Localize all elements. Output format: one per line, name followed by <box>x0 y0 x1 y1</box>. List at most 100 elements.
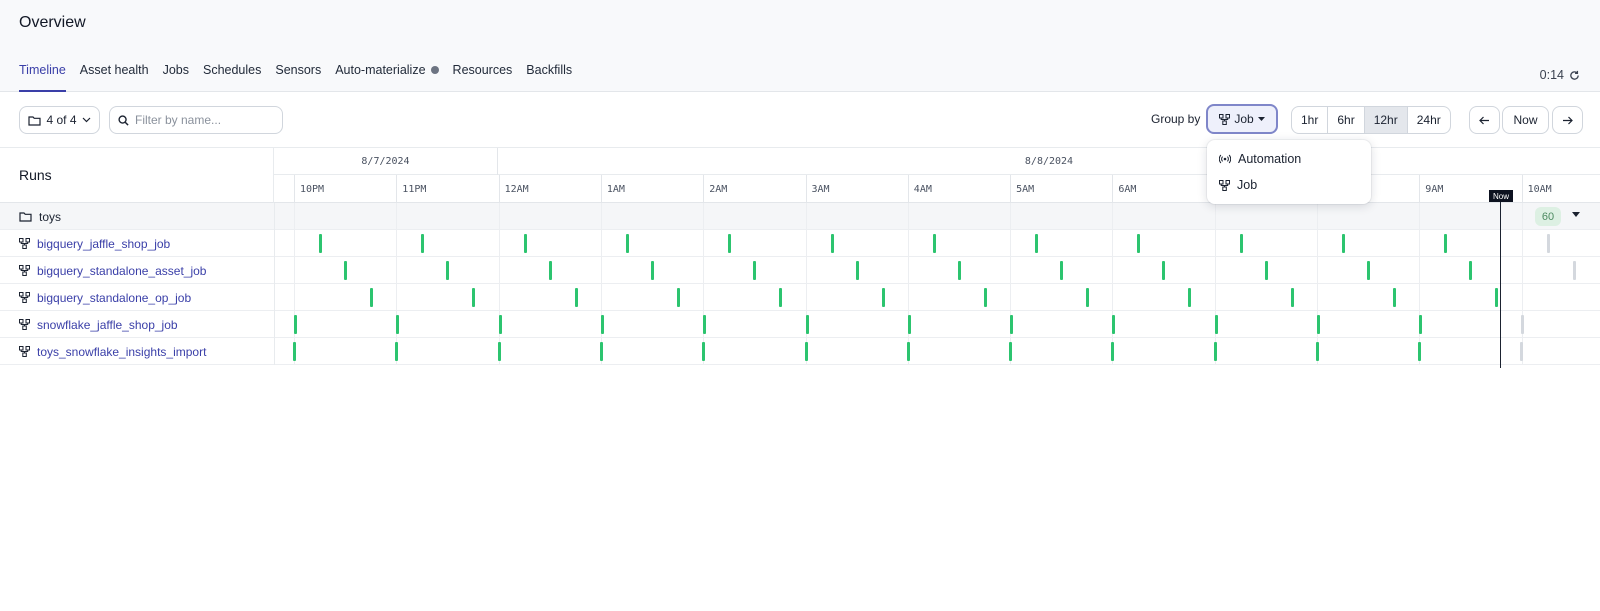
run-bar[interactable] <box>1265 261 1268 280</box>
run-bar[interactable] <box>1214 342 1217 361</box>
run-bar[interactable] <box>958 261 961 280</box>
range-24hr[interactable]: 24hr <box>1408 107 1450 133</box>
run-bar[interactable] <box>396 315 399 334</box>
run-bar[interactable] <box>753 261 756 280</box>
run-bar[interactable] <box>984 288 987 307</box>
hour-gridline <box>703 230 705 257</box>
scheduled-run-bar[interactable] <box>1573 261 1576 280</box>
menu-item-job[interactable]: Job <box>1207 172 1371 198</box>
run-bar[interactable] <box>1419 315 1422 334</box>
menu-item-label: Job <box>1237 178 1258 192</box>
hour-gridline <box>294 284 295 311</box>
run-bar[interactable] <box>1137 234 1140 253</box>
scheduled-run-bar[interactable] <box>1520 342 1523 361</box>
run-bar[interactable] <box>703 315 706 334</box>
search-input[interactable] <box>135 113 275 127</box>
run-bar[interactable] <box>1035 234 1038 253</box>
run-bar[interactable] <box>702 342 705 361</box>
group-by-menu: Automation Job <box>1207 140 1371 204</box>
run-bar[interactable] <box>1086 288 1089 307</box>
run-bar[interactable] <box>933 234 936 253</box>
run-bar[interactable] <box>677 288 680 307</box>
range-6hr[interactable]: 6hr <box>1328 107 1365 133</box>
run-bar[interactable] <box>524 234 527 253</box>
tab-backfills[interactable]: Backfills <box>526 60 572 92</box>
run-bar[interactable] <box>1317 315 1320 334</box>
run-bar[interactable] <box>779 288 782 307</box>
scheduled-run-bar[interactable] <box>1521 315 1524 334</box>
run-bar[interactable] <box>498 342 501 361</box>
run-bar[interactable] <box>1010 315 1013 334</box>
run-bar[interactable] <box>1469 261 1472 280</box>
now-button[interactable]: Now <box>1502 106 1549 134</box>
run-bar[interactable] <box>1444 234 1447 253</box>
tab-schedules[interactable]: Schedules <box>203 60 261 92</box>
group-row-toys[interactable]: toys 60 <box>0 203 1600 230</box>
run-bar[interactable] <box>1418 342 1421 361</box>
run-bar[interactable] <box>601 315 604 334</box>
run-bar[interactable] <box>1367 261 1370 280</box>
run-bar[interactable] <box>1342 234 1345 253</box>
run-bar[interactable] <box>344 261 347 280</box>
run-bar[interactable] <box>856 261 859 280</box>
run-bar[interactable] <box>293 342 296 361</box>
run-bar[interactable] <box>1240 234 1243 253</box>
run-bar[interactable] <box>549 261 552 280</box>
run-bar[interactable] <box>446 261 449 280</box>
run-bar[interactable] <box>805 342 808 361</box>
run-bar[interactable] <box>907 342 910 361</box>
job-link[interactable]: bigquery_standalone_op_job <box>19 284 191 311</box>
run-bar[interactable] <box>1316 342 1319 361</box>
run-bar[interactable] <box>421 234 424 253</box>
run-bar[interactable] <box>908 315 911 334</box>
run-bar[interactable] <box>1060 261 1063 280</box>
run-bar[interactable] <box>882 288 885 307</box>
run-bar[interactable] <box>575 288 578 307</box>
group-label[interactable]: toys <box>19 203 61 230</box>
code-location-filter-button[interactable]: 4 of 4 <box>19 106 100 134</box>
tab-label: Sensors <box>275 63 322 77</box>
group-by-select[interactable]: Job <box>1206 104 1278 134</box>
run-bar[interactable] <box>1495 288 1498 307</box>
run-bar[interactable] <box>831 234 834 253</box>
run-bar[interactable] <box>294 315 297 334</box>
range-12hr[interactable]: 12hr <box>1364 107 1408 133</box>
run-bar[interactable] <box>319 234 322 253</box>
run-bar[interactable] <box>1112 315 1115 334</box>
previous-period-button[interactable] <box>1469 106 1500 134</box>
run-bar[interactable] <box>370 288 373 307</box>
run-bar[interactable] <box>1111 342 1114 361</box>
menu-item-automation[interactable]: Automation <box>1207 146 1371 172</box>
run-bar[interactable] <box>395 342 398 361</box>
run-bar[interactable] <box>499 315 502 334</box>
run-bar[interactable] <box>600 342 603 361</box>
run-bar[interactable] <box>626 234 629 253</box>
tab-asset-health[interactable]: Asset health <box>80 60 149 92</box>
scheduled-run-bar[interactable] <box>1547 234 1550 253</box>
run-bar[interactable] <box>1009 342 1012 361</box>
tab-sensors[interactable]: Sensors <box>275 60 321 92</box>
run-bar[interactable] <box>472 288 475 307</box>
run-bar[interactable] <box>1188 288 1191 307</box>
job-link[interactable]: bigquery_jaffle_shop_job <box>19 230 170 257</box>
refresh-control[interactable]: 0:14 <box>1540 68 1580 82</box>
collapse-toggle[interactable] <box>1572 209 1580 220</box>
run-bar[interactable] <box>651 261 654 280</box>
tab-timeline[interactable]: Timeline <box>19 60 66 92</box>
run-bar[interactable] <box>1393 288 1396 307</box>
job-link[interactable]: bigquery_standalone_asset_job <box>19 257 206 284</box>
tab-jobs[interactable]: Jobs <box>163 60 189 92</box>
tab-resources[interactable]: Resources <box>453 60 513 92</box>
next-period-button[interactable] <box>1552 106 1583 134</box>
run-bar[interactable] <box>728 234 731 253</box>
tab-auto-materialize[interactable]: Auto-materialize <box>335 60 439 92</box>
refresh-icon[interactable] <box>1569 70 1580 81</box>
run-bar[interactable] <box>1291 288 1294 307</box>
run-bar[interactable] <box>1215 315 1218 334</box>
run-bar[interactable] <box>1162 261 1165 280</box>
folder-icon <box>28 115 42 126</box>
range-1hr[interactable]: 1hr <box>1292 107 1329 133</box>
job-link[interactable]: snowflake_jaffle_shop_job <box>19 311 178 338</box>
run-bar[interactable] <box>806 315 809 334</box>
job-link[interactable]: toys_snowflake_insights_import <box>19 338 206 365</box>
